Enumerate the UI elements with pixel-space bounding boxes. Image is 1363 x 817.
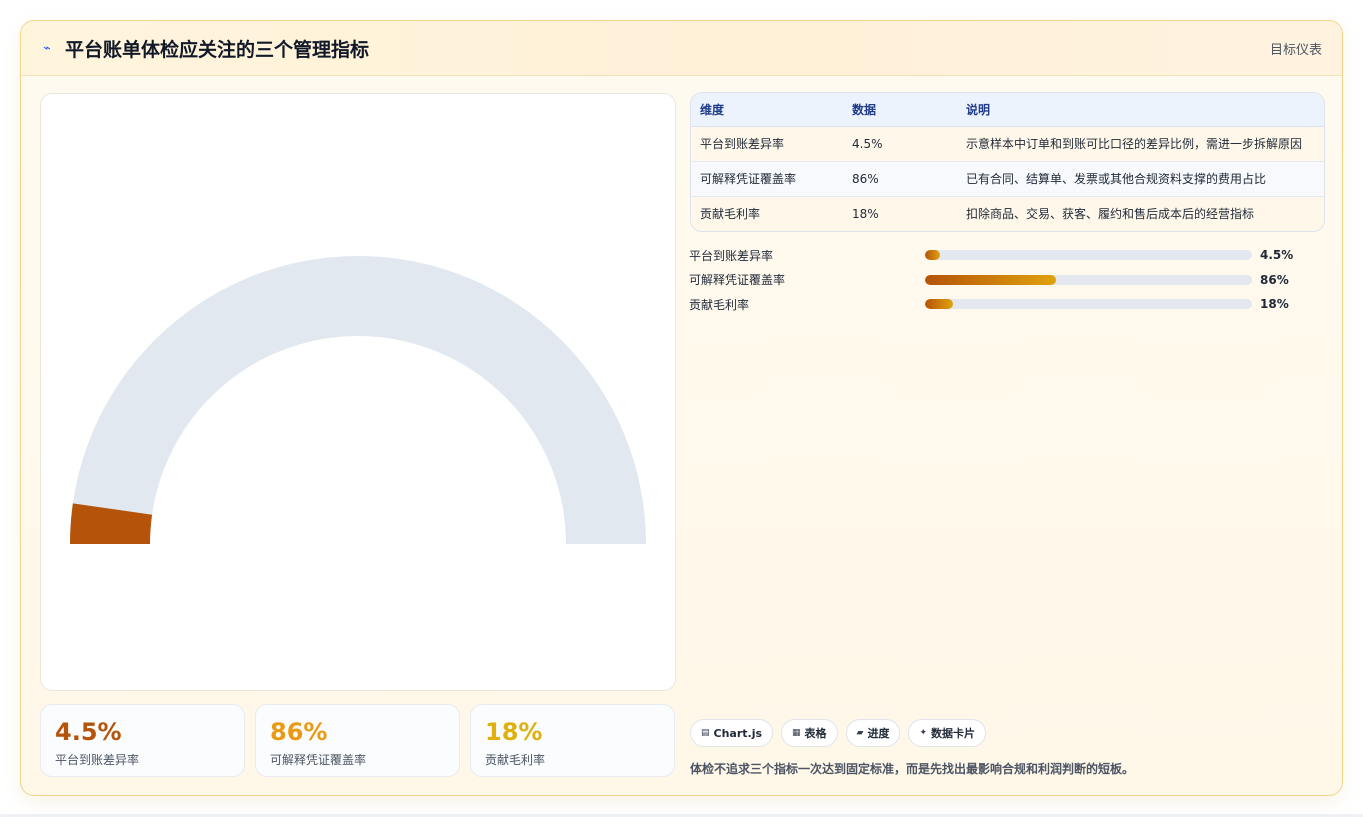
table-cell: 扣除商品、交易、获客、履约和售后成本后的经营指标 xyxy=(957,196,1324,231)
table-cell: 4.5% xyxy=(843,126,957,162)
progress-label: 平台到账差异率 xyxy=(689,248,774,263)
progress-row: 可解释凭证覆盖率 86% xyxy=(689,268,1325,293)
progress-row: 平台到账差异率 4.5% xyxy=(689,243,1325,268)
panel-header: ⌁ 平台账单体检应关注的三个管理指标 目标仪表 xyxy=(21,21,1342,76)
gauge-track xyxy=(70,256,646,544)
column-header-data: 数据 xyxy=(843,93,957,127)
metrics-table: 维度 数据 说明 平台到账差异率 4.5% 示意样本中订单和到账可比口径的差异比… xyxy=(691,93,1324,231)
tag-chips: ▤ Chart.js ▦ 表格 ▰ 进度 ✦ 数据卡片 xyxy=(690,719,987,747)
chip-label: 表格 xyxy=(804,727,827,740)
chart-icon: ▤ xyxy=(701,728,710,738)
progress-icon: ▰ xyxy=(856,728,864,738)
table-cell: 平台到账差异率 xyxy=(691,126,843,162)
gauge-card xyxy=(40,93,676,691)
progress-value: 18% xyxy=(1260,297,1289,312)
sparkle-icon: ✦ xyxy=(919,728,928,738)
stat-card-coverage: 86% 可解释凭证覆盖率 xyxy=(255,704,460,777)
progress-value: 86% xyxy=(1260,272,1289,287)
progress-track xyxy=(925,299,1252,310)
table-cell: 贡献毛利率 xyxy=(691,196,843,231)
stat-label: 平台到账差异率 xyxy=(55,753,140,767)
footnote: 体检不追求三个指标一次达到固定标准，而是先找出最影响合规和利润判断的短板。 xyxy=(690,762,1135,776)
progress-track xyxy=(925,250,1252,261)
pulse-icon: ⌁ xyxy=(43,40,51,56)
table-row: 平台到账差异率 4.5% 示意样本中订单和到账可比口径的差异比例，需进一步拆解原… xyxy=(691,126,1324,162)
header-tag: 目标仪表 xyxy=(1269,42,1322,58)
page-title: 平台账单体检应关注的三个管理指标 xyxy=(65,38,370,61)
column-header-description: 说明 xyxy=(957,93,1324,127)
progress-value: 4.5% xyxy=(1260,248,1294,263)
progress-row: 贡献毛利率 18% xyxy=(689,292,1325,317)
chip-label: 进度 xyxy=(867,727,890,740)
table-cell: 86% xyxy=(843,161,957,197)
progress-fill xyxy=(925,250,940,261)
column-header-dimension: 维度 xyxy=(691,93,843,127)
table-row: 贡献毛利率 18% 扣除商品、交易、获客、履约和售后成本后的经营指标 xyxy=(691,196,1324,231)
stat-card-margin: 18% 贡献毛利率 xyxy=(470,704,675,777)
table-cell: 已有合同、结算单、发票或其他合规资料支撑的费用占比 xyxy=(957,161,1324,197)
stat-label: 贡献毛利率 xyxy=(485,753,546,767)
progress-label: 可解释凭证覆盖率 xyxy=(689,273,786,288)
stat-value: 4.5% xyxy=(55,718,122,746)
table-cell: 可解释凭证覆盖率 xyxy=(691,161,843,197)
chip-label: 数据卡片 xyxy=(931,727,976,740)
stat-value: 86% xyxy=(270,718,328,746)
table-row: 可解释凭证覆盖率 86% 已有合同、结算单、发票或其他合规资料支撑的费用占比 xyxy=(691,161,1324,197)
gauge-chart xyxy=(70,256,646,544)
table-icon: ▦ xyxy=(792,728,801,738)
metrics-table-card: 维度 数据 说明 平台到账差异率 4.5% 示意样本中订单和到账可比口径的差异比… xyxy=(690,92,1325,232)
stat-label: 可解释凭证覆盖率 xyxy=(270,753,367,767)
chip-table[interactable]: ▦ 表格 xyxy=(781,719,838,747)
progress-fill xyxy=(925,299,953,310)
title-wrap: ⌁ 平台账单体检应关注的三个管理指标 xyxy=(43,35,369,62)
chip-chartjs[interactable]: ▤ Chart.js xyxy=(690,719,774,747)
chip-data-card[interactable]: ✦ 数据卡片 xyxy=(908,719,987,747)
chip-progress[interactable]: ▰ 进度 xyxy=(845,719,901,747)
table-cell: 示意样本中订单和到账可比口径的差异比例，需进一步拆解原因 xyxy=(957,126,1324,162)
progress-label: 贡献毛利率 xyxy=(689,297,750,312)
dashboard-panel: ⌁ 平台账单体检应关注的三个管理指标 目标仪表 4.5% 平台到账差异率 86%… xyxy=(20,20,1343,796)
stat-card-discrepancy: 4.5% 平台到账差异率 xyxy=(40,704,245,777)
progress-bars: 平台到账差异率 4.5% 可解释凭证覆盖率 86% 贡献毛利率 18% xyxy=(689,243,1325,317)
chip-label: Chart.js xyxy=(713,726,763,740)
table-cell: 18% xyxy=(843,196,957,231)
stat-value: 18% xyxy=(485,718,543,746)
progress-track xyxy=(925,274,1252,285)
table-header-row: 维度 数据 说明 xyxy=(691,93,1324,127)
progress-fill xyxy=(925,274,1056,285)
